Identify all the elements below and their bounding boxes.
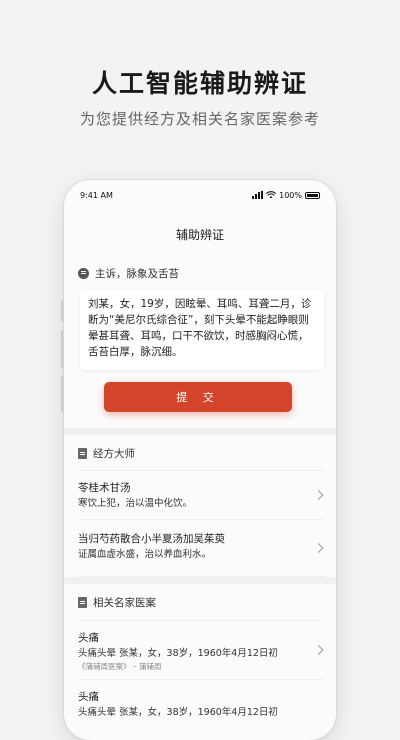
formula-item[interactable]: 当归芍药散合小半夏汤加吴茱萸 证属血虚水盛，治以养血利水。 <box>78 520 324 577</box>
chat-bubble-icon <box>78 268 89 279</box>
formula-desc: 寒饮上犯，治以温中化饮。 <box>78 498 193 509</box>
hero-subtitle: 为您提供经方及相关名家医案参考 <box>79 110 320 128</box>
complaint-text: 刘某，女，19岁，因眩晕、耳鸣、耳聋二月，诊断为“美尼尔氏综合征”，刻下头晕不能… <box>88 298 312 358</box>
classic-formulas-heading: 经方大师 <box>93 448 135 460</box>
submit-button[interactable]: 提 交 <box>104 382 292 412</box>
status-time: 9:41 AM <box>80 190 113 200</box>
case-desc: 头痛头晕 张某，女，38岁，1960年4月12日初 <box>78 648 278 659</box>
case-desc: 头痛头晕 张某，女，38岁，1960年4月12日初 <box>78 707 278 718</box>
case-title: 头痛 <box>78 632 99 644</box>
complaint-heading: 主诉，脉象及舌苔 <box>95 268 179 280</box>
section-divider <box>64 428 336 435</box>
formula-title: 当归芍药散合小半夏汤加吴茱萸 <box>78 533 225 545</box>
cases-header: 相关名家医案 <box>78 595 322 610</box>
phone-frame: 9:41 AM 100% 辅助辨证 主诉，脉象及舌苔 刘某，女，19岁，因眩晕、… <box>64 180 336 740</box>
nav-title: 辅助辨证 <box>175 228 224 242</box>
document-icon <box>78 448 87 459</box>
hero-title: 人工智能辅助辨证 <box>91 69 308 98</box>
status-bar: 9:41 AM 100% <box>80 188 320 202</box>
case-item[interactable]: 头痛 头痛头晕 张某，女，38岁，1960年4月12日初 <box>78 680 324 740</box>
classic-formulas-header: 经方大师 <box>78 446 322 461</box>
formula-title: 苓桂术甘汤 <box>78 482 131 494</box>
case-title: 头痛 <box>78 691 99 703</box>
section-divider <box>64 577 336 584</box>
signal-icon <box>252 191 264 199</box>
complaint-section-header: 主诉，脉象及舌苔 <box>78 266 322 281</box>
cases-heading: 相关名家医案 <box>93 597 156 609</box>
formula-desc: 证属血虚水盛，治以养血利水。 <box>78 549 212 560</box>
wifi-icon <box>266 191 277 199</box>
case-source: 《蒲辅周医案》 – 蒲辅周 <box>78 662 162 671</box>
formula-item[interactable]: 苓桂术甘汤 寒饮上犯，治以温中化饮。 <box>78 470 324 520</box>
case-item[interactable]: 头痛 头痛头晕 张某，女，38岁，1960年4月12日初 《蒲辅周医案》 – 蒲… <box>78 620 324 680</box>
battery-percent: 100% <box>279 190 302 200</box>
complaint-input[interactable]: 刘某，女，19岁，因眩晕、耳鸣、耳聋二月，诊断为“美尼尔氏综合征”，刻下头晕不能… <box>80 290 324 370</box>
document-icon <box>78 597 87 608</box>
battery-icon <box>305 191 320 199</box>
